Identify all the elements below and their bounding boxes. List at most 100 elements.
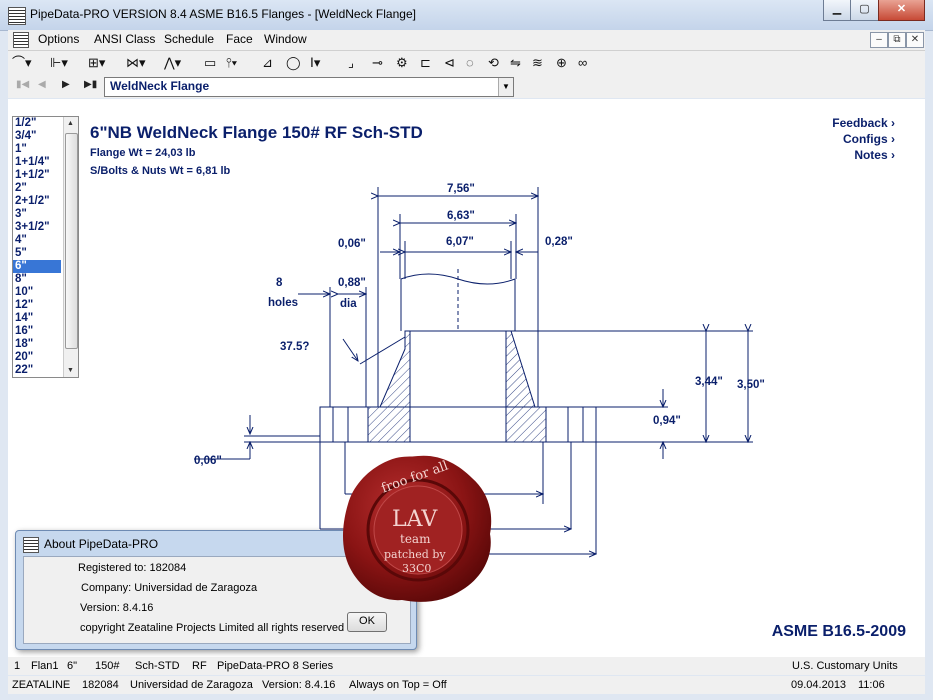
size-list-scrollbar[interactable]: ▲ ▼ bbox=[63, 117, 78, 377]
status-university: Universidad de Zaragoza bbox=[130, 679, 253, 691]
reducer-icon[interactable]: ⊲ bbox=[444, 55, 455, 71]
dim-angle: 37.5? bbox=[280, 341, 310, 353]
record-navigator: ▮◀ ◀ ▶ ▶▮ WeldNeck Flange ▼ bbox=[8, 75, 925, 98]
loop-icon[interactable]: ⟲ bbox=[488, 55, 499, 71]
dim-outer-hub: 7,56" bbox=[447, 183, 475, 195]
first-record-icon[interactable]: ▮◀ bbox=[16, 79, 29, 90]
binoculars-icon[interactable]: ∞ bbox=[578, 55, 587, 71]
seal-code: 33C0 bbox=[402, 562, 432, 575]
list-item[interactable]: 10" bbox=[13, 286, 61, 299]
dim-hub-dia: 6,63" bbox=[447, 210, 475, 222]
status-company: ZEATALINE bbox=[12, 679, 71, 691]
size-list[interactable]: 1/2" 3/4" 1" 1+1/4" 1+1/2" 2" 2+1/2" 3" … bbox=[12, 116, 79, 378]
list-item[interactable]: 3+1/2" bbox=[13, 221, 61, 234]
list-item[interactable]: 2+1/2" bbox=[13, 195, 61, 208]
list-item[interactable]: 18" bbox=[13, 338, 61, 351]
window-title: PipeData-PRO VERSION 8.4 ASME B16.5 Flan… bbox=[30, 7, 416, 21]
app-icon bbox=[23, 537, 39, 553]
seal-team: team bbox=[400, 532, 431, 546]
list-item[interactable]: 16" bbox=[13, 325, 61, 338]
list-item[interactable]: 22" bbox=[13, 364, 61, 377]
list-item[interactable]: 3/4" bbox=[13, 130, 61, 143]
list-item[interactable]: 1+1/2" bbox=[13, 169, 61, 182]
ok-button[interactable]: OK bbox=[347, 612, 387, 632]
gasket-icon[interactable]: ⋀▾ bbox=[164, 55, 181, 71]
circle-icon[interactable]: ◯ bbox=[286, 55, 301, 71]
support-icon[interactable]: ⊏ bbox=[420, 55, 431, 71]
offset-icon[interactable]: ⇋ bbox=[510, 55, 521, 71]
about-version: Version: 8.4.16 bbox=[80, 602, 154, 614]
notes-link[interactable]: Notes › bbox=[854, 148, 895, 162]
maximize-button[interactable]: ▢ bbox=[850, 0, 879, 21]
last-record-icon[interactable]: ▶▮ bbox=[84, 79, 97, 90]
status-schedule: Sch-STD bbox=[135, 660, 180, 672]
prev-record-icon[interactable]: ◀ bbox=[38, 79, 46, 90]
about-company: Company: Universidad de Zaragoza bbox=[81, 582, 258, 594]
dim-thickness: 0,94" bbox=[653, 415, 681, 427]
bolt-icon[interactable]: ▭ bbox=[204, 55, 216, 71]
list-item[interactable]: 2" bbox=[13, 182, 61, 195]
list-item[interactable]: 1/2" bbox=[13, 117, 61, 130]
title-bar[interactable]: PipeData-PRO VERSION 8.4 ASME B16.5 Flan… bbox=[0, 0, 933, 31]
scroll-thumb[interactable] bbox=[65, 133, 78, 349]
menu-ansi-class[interactable]: ANSI Class bbox=[94, 32, 155, 46]
component-select[interactable]: WeldNeck Flange ▼ bbox=[104, 77, 514, 97]
pipe-icon[interactable]: ⊞▾ bbox=[88, 55, 105, 71]
document-icon[interactable] bbox=[13, 32, 29, 48]
gear-icon[interactable]: ⚙ bbox=[396, 55, 408, 71]
valve-icon[interactable]: ⋈▾ bbox=[126, 55, 146, 71]
configs-link[interactable]: Configs › bbox=[843, 132, 895, 146]
menu-bar: Options ANSI Class Schedule Face Window … bbox=[8, 30, 925, 51]
next-record-icon[interactable]: ▶ bbox=[62, 79, 70, 90]
dim-hub-height: 3,44" bbox=[695, 376, 723, 388]
scroll-up-icon[interactable]: ▲ bbox=[67, 120, 74, 127]
app-icon[interactable] bbox=[8, 7, 26, 25]
dashed-circle-icon[interactable]: ◌ bbox=[466, 55, 474, 71]
chevron-down-icon[interactable]: ▼ bbox=[498, 78, 513, 96]
list-item-selected[interactable]: 6" bbox=[13, 260, 61, 273]
mdi-restore-button[interactable]: ⧉ bbox=[888, 32, 906, 48]
menu-options[interactable]: Options bbox=[38, 32, 79, 46]
layers-icon[interactable]: ≋ bbox=[532, 55, 543, 71]
status-face: RF bbox=[192, 660, 207, 672]
about-dialog-title: About PipeData-PRO bbox=[44, 537, 159, 551]
section-icon[interactable]: ⊿ bbox=[262, 55, 273, 71]
status-date: 09.04.2013 bbox=[791, 679, 847, 691]
menu-window[interactable]: Window bbox=[264, 32, 307, 46]
fitting-icon[interactable]: ⊩▾ bbox=[50, 55, 68, 71]
beam-icon[interactable]: Ⅰ▾ bbox=[310, 55, 320, 71]
dim-total-height: 3,50" bbox=[737, 379, 765, 391]
globe-icon[interactable]: ⊕ bbox=[556, 55, 567, 71]
flange-type-icon[interactable]: ⌒▾ bbox=[12, 55, 32, 71]
dim-holes-label: holes bbox=[268, 297, 299, 309]
mdi-minimize-button[interactable]: – bbox=[870, 32, 888, 48]
mdi-close-button[interactable]: ✕ bbox=[906, 32, 924, 48]
list-item[interactable]: 12" bbox=[13, 299, 61, 312]
flange-weight: Flange Wt = 24,03 lb bbox=[90, 147, 196, 159]
minimize-button[interactable]: ▁ bbox=[823, 0, 851, 21]
menu-face[interactable]: Face bbox=[226, 32, 253, 46]
dim-wall: 0,28" bbox=[545, 236, 573, 248]
status-class: 150# bbox=[95, 660, 120, 672]
feedback-link[interactable]: Feedback › bbox=[832, 116, 895, 130]
scroll-down-icon[interactable]: ▼ bbox=[67, 367, 74, 374]
stud-icon[interactable]: ⫯▾ bbox=[226, 55, 237, 71]
about-registered: Registered to: 182084 bbox=[78, 562, 187, 574]
line-icon[interactable]: ⊸ bbox=[372, 55, 383, 71]
close-button[interactable]: ✕ bbox=[878, 0, 925, 21]
list-item[interactable]: 14" bbox=[13, 312, 61, 325]
list-item[interactable]: 1+1/4" bbox=[13, 156, 61, 169]
list-item[interactable]: 5" bbox=[13, 247, 61, 260]
status-always-on-top: Always on Top = Off bbox=[349, 679, 447, 691]
menu-schedule[interactable]: Schedule bbox=[164, 32, 214, 46]
list-item[interactable]: 3" bbox=[13, 208, 61, 221]
status-version: Version: 8.4.16 bbox=[262, 679, 336, 691]
elbow-icon[interactable]: ⌟ bbox=[348, 55, 354, 71]
list-item[interactable]: 1" bbox=[13, 143, 61, 156]
list-item[interactable]: 20" bbox=[13, 351, 61, 364]
list-item[interactable]: 4" bbox=[13, 234, 61, 247]
status-series: PipeData-PRO 8 Series bbox=[217, 660, 334, 672]
dim-dia-label: dia bbox=[340, 298, 357, 310]
wax-seal-image: froo for all LAV team patched by 33C0 bbox=[340, 452, 496, 606]
list-item[interactable]: 8" bbox=[13, 273, 61, 286]
